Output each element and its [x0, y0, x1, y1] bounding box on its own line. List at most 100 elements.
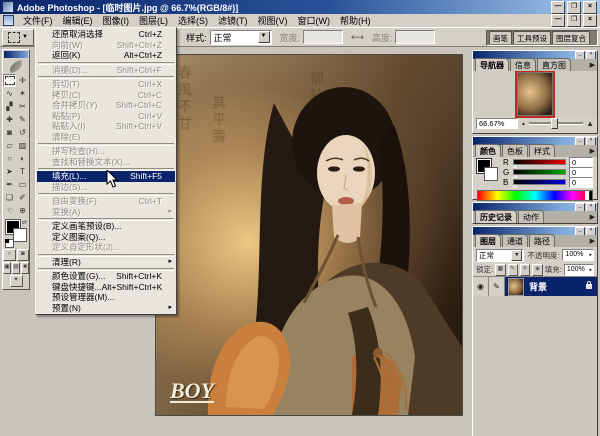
slider-thumb[interactable] — [512, 174, 518, 178]
palette-menu-icon[interactable]: ▶ — [590, 237, 595, 245]
swap-dimensions-icon[interactable]: ⟷ — [351, 32, 364, 43]
restore-button[interactable]: ❐ — [567, 1, 581, 14]
hand-tool[interactable]: ☜ — [3, 204, 16, 217]
blur-tool[interactable]: ○ — [3, 152, 16, 165]
menu-item-define-pattern[interactable]: 定义图案(Q)... — [37, 232, 175, 243]
jump-to-imageready-button[interactable]: ✦ — [10, 275, 23, 287]
green-slider[interactable] — [513, 169, 566, 175]
tab-swatches[interactable]: 色板 — [502, 144, 528, 157]
doc-close-button[interactable]: × — [583, 14, 597, 27]
menu-item-copy[interactable]: 拷贝(C)Ctrl+C — [37, 90, 175, 101]
navigator-proxy-preview[interactable] — [517, 72, 553, 116]
crop-tool[interactable]: ▞ — [3, 100, 16, 113]
doc-restore-button[interactable]: ❐ — [567, 14, 581, 27]
slice-tool[interactable]: ✂ — [16, 100, 29, 113]
zoom-out-icon[interactable]: ▲ — [521, 121, 526, 127]
menu-item-step-forward[interactable]: 向前(W)Shift+Ctrl+Z — [37, 40, 175, 51]
menu-item-find-replace-text[interactable]: 查找和替换文本(X)... — [37, 157, 175, 168]
tab-histogram[interactable]: 直方图 — [537, 58, 571, 71]
menu-item-clear[interactable]: 清除(E) — [37, 132, 175, 143]
minimize-button[interactable]: — — [551, 1, 565, 14]
pen-tool[interactable]: ✒ — [3, 178, 16, 191]
toolbox-grab-bar[interactable] — [4, 51, 28, 58]
quick-mask-mode-button[interactable]: ◙ — [17, 249, 30, 261]
navigator-zoom-slider[interactable] — [529, 122, 583, 125]
tab-paths[interactable]: 路径 — [529, 234, 555, 247]
fullscreen-menubar-button[interactable]: ▤ — [12, 262, 20, 274]
lock-image-button[interactable]: ✎ — [508, 264, 518, 276]
menu-image[interactable]: 图像(I) — [98, 13, 135, 28]
eyedropper-tool[interactable]: ✐ — [16, 191, 29, 204]
tab-info[interactable]: 信息 — [510, 58, 536, 71]
menu-view[interactable]: 视图(V) — [253, 13, 293, 28]
layer-thumbnail[interactable] — [508, 278, 524, 296]
gradient-tool[interactable]: ▨ — [16, 139, 29, 152]
clone-stamp-tool[interactable]: ◙ — [3, 126, 16, 139]
menu-item-undo[interactable]: 还原取消选择Ctrl+Z — [37, 29, 175, 40]
menu-item-paste-into[interactable]: 粘贴入(I)Shift+Ctrl+V — [37, 121, 175, 132]
opacity-field[interactable]: 100% ▸ — [562, 249, 594, 261]
menu-item-keyboard-shortcuts[interactable]: 键盘快捷键...Alt+Shift+Ctrl+K — [37, 282, 175, 293]
shape-tool[interactable]: ▭ — [16, 178, 29, 191]
tab-tool-presets[interactable]: 工具预设 — [513, 31, 551, 44]
navigator-zoom-field[interactable]: 66.67% — [476, 118, 518, 129]
style-select[interactable]: 正常 ▼ — [210, 30, 272, 45]
menu-item-step-backward[interactable]: 返回(K)Alt+Ctrl+Z — [37, 50, 175, 61]
menu-select[interactable]: 选择(S) — [173, 13, 213, 28]
fullscreen-button[interactable]: ■ — [21, 262, 29, 274]
menu-item-define-brush-preset[interactable]: 定义画笔预设(B)... — [37, 221, 175, 232]
menu-item-transform[interactable]: 变换(A)▸ — [37, 207, 175, 218]
menu-item-preset-manager[interactable]: 预设管理器(M)... — [37, 292, 175, 303]
tab-styles[interactable]: 样式 — [529, 144, 555, 157]
menu-item-check-spelling[interactable]: 拼写检查(H)... — [37, 146, 175, 157]
menu-layer[interactable]: 图层(L) — [134, 13, 173, 28]
standard-screen-button[interactable]: ▣ — [3, 262, 11, 274]
notes-tool[interactable]: ❏ — [3, 191, 16, 204]
menu-item-paste[interactable]: 粘贴(P)Ctrl+V — [37, 111, 175, 122]
menu-item-copy-merged[interactable]: 合并拷贝(Y)Shift+Ctrl+C — [37, 100, 175, 111]
tab-layer-comps[interactable]: 图层复合 — [552, 31, 590, 44]
menu-file[interactable]: 文件(F) — [18, 13, 58, 28]
width-input[interactable] — [303, 30, 343, 44]
tab-brushes[interactable]: 画笔 — [489, 31, 512, 44]
lock-transparency-button[interactable]: ▦ — [495, 264, 505, 276]
title-bar[interactable]: Adobe Photoshop - [临时图片.jpg @ 66.7%(RGB/… — [0, 0, 600, 14]
palette-menu-icon[interactable]: ▶ — [590, 147, 595, 155]
move-tool[interactable]: ✛ — [16, 74, 29, 87]
lock-all-button[interactable]: ◈ — [532, 264, 542, 276]
white-black-chip[interactable] — [585, 191, 592, 200]
menu-window[interactable]: 窗口(W) — [293, 13, 336, 28]
background-color-swatch[interactable] — [484, 167, 498, 181]
zoom-slider-thumb[interactable] — [551, 118, 558, 129]
slider-thumb[interactable] — [512, 164, 518, 168]
menu-item-fade[interactable]: 消褪(D)...Shift+Ctrl+F — [37, 65, 175, 76]
type-tool[interactable]: T — [16, 165, 29, 178]
close-button[interactable]: × — [583, 1, 597, 14]
tab-history[interactable]: 历史记录 — [475, 210, 517, 223]
color-spectrum-ramp[interactable] — [477, 190, 593, 201]
document-canvas[interactable]: 春風不甘 其平壽 郁秋 BOY — [155, 54, 463, 416]
palette-menu-icon[interactable]: ▶ — [590, 61, 595, 69]
swap-colors-icon[interactable]: ⇄ — [22, 219, 27, 226]
palette-menu-icon[interactable]: ▶ — [590, 213, 595, 221]
fill-field[interactable]: 100% ▸ — [564, 264, 594, 276]
blue-value-field[interactable]: 0 — [569, 177, 593, 188]
slider-thumb[interactable] — [512, 184, 518, 188]
tab-layers[interactable]: 图层 — [475, 234, 501, 247]
menu-item-free-transform[interactable]: 自由变换(F)Ctrl+T — [37, 196, 175, 207]
menu-item-define-custom-shape[interactable]: 定义自定形状(J)... — [37, 242, 175, 253]
path-selection-tool[interactable]: ➤ — [3, 165, 16, 178]
magic-wand-tool[interactable]: ✶ — [16, 87, 29, 100]
history-brush-tool[interactable]: ↺ — [16, 126, 29, 139]
document-icon[interactable] — [3, 15, 14, 26]
standard-mode-button[interactable]: ○ — [3, 249, 16, 261]
brush-tool[interactable]: ✎ — [16, 113, 29, 126]
lock-position-button[interactable]: ✛ — [520, 264, 530, 276]
menu-edit[interactable]: 编辑(E) — [58, 13, 98, 28]
menu-filter[interactable]: 滤镜(T) — [213, 13, 253, 28]
healing-brush-tool[interactable]: ✚ — [3, 113, 16, 126]
default-colors-icon[interactable] — [5, 239, 14, 248]
lasso-tool[interactable]: ∿ — [3, 87, 16, 100]
doc-minimize-button[interactable]: — — [551, 14, 565, 27]
background-color-swatch[interactable] — [13, 228, 27, 242]
